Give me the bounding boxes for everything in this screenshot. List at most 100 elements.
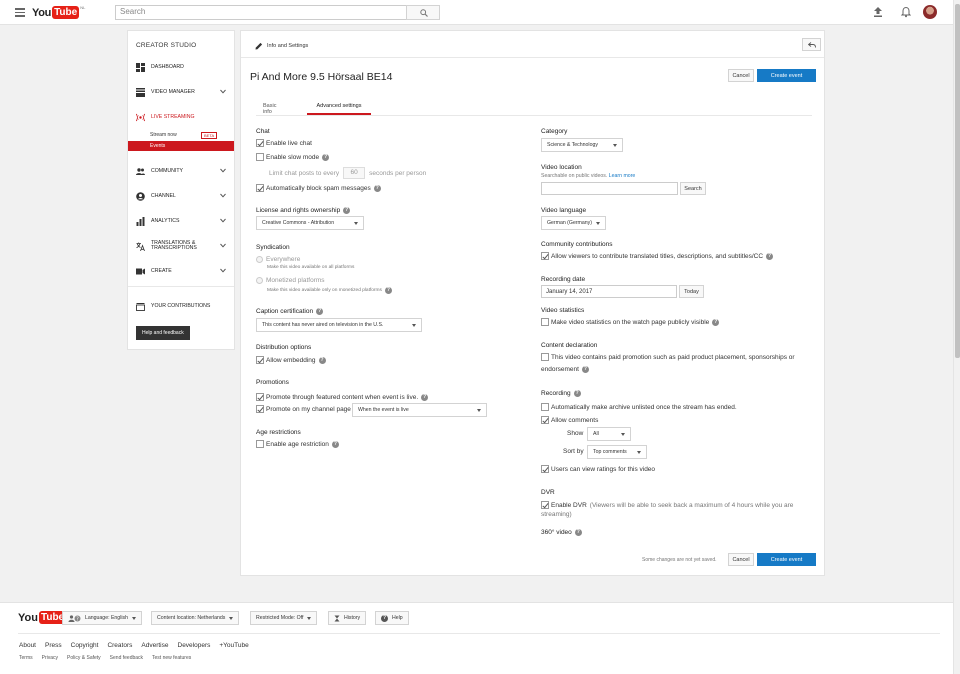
chevron-down-icon[interactable] xyxy=(220,268,226,273)
sidebar-item-translations[interactable]: TRANSLATIONS & TRANSCRIPTIONS xyxy=(128,238,234,254)
footer-link-plus-youtube[interactable]: +YouTube xyxy=(219,642,248,649)
enable-dvr-checkbox[interactable] xyxy=(541,501,549,509)
menu-icon[interactable] xyxy=(15,8,25,17)
footer-link-creators[interactable]: Creators xyxy=(107,642,132,649)
search-button[interactable] xyxy=(406,5,440,20)
restricted-mode-button[interactable]: Restricted Mode: Off xyxy=(250,611,318,625)
footer-link-about[interactable]: About xyxy=(19,642,36,649)
chevron-down-icon[interactable] xyxy=(220,218,226,223)
help-icon[interactable]: ? xyxy=(316,308,324,315)
distribution-heading: Distribution options xyxy=(256,344,312,351)
chevron-down-icon[interactable] xyxy=(220,243,226,248)
sidebar-item-dashboard[interactable]: DASHBOARD xyxy=(128,60,234,74)
help-icon[interactable]: ? xyxy=(343,207,351,214)
create-event-button[interactable]: Create event xyxy=(757,69,816,82)
sidebar-sub-events[interactable]: Events xyxy=(128,141,234,151)
view-ratings-checkbox[interactable] xyxy=(541,465,549,473)
learn-more-link[interactable]: Learn more xyxy=(609,173,636,179)
everywhere-radio[interactable] xyxy=(256,256,263,263)
content-location-button[interactable]: Content location: Netherlands xyxy=(151,611,240,625)
footer-link-copyright[interactable]: Copyright xyxy=(71,642,99,649)
today-button[interactable]: Today xyxy=(679,285,704,298)
sidebar-item-live-streaming[interactable]: LIVE STREAMING xyxy=(128,110,234,124)
scrollbar-thumb[interactable] xyxy=(955,4,960,358)
recording-date-heading: Recording date xyxy=(541,276,586,283)
breadcrumb: Info and Settings xyxy=(255,42,308,50)
history-button[interactable]: History xyxy=(328,611,367,625)
block-spam-checkbox[interactable] xyxy=(256,184,264,192)
tab-advanced-settings[interactable]: Advanced settings xyxy=(307,99,371,115)
help-icon[interactable]: ? xyxy=(322,153,330,161)
footer-link-developers[interactable]: Developers xyxy=(178,642,211,649)
help-icon[interactable]: ? xyxy=(581,366,589,373)
allow-embedding-checkbox[interactable] xyxy=(256,356,264,364)
chevron-down-icon[interactable] xyxy=(220,193,226,198)
recording-date-input[interactable]: January 14, 2017 xyxy=(541,285,677,298)
footer-link-privacy[interactable]: Privacy xyxy=(42,655,58,661)
enable-live-chat-checkbox[interactable] xyxy=(256,139,264,147)
footer-link-press[interactable]: Press xyxy=(45,642,62,649)
history-button-label: History xyxy=(344,615,361,621)
promote-featured-checkbox[interactable] xyxy=(256,393,264,401)
help-icon[interactable]: ? xyxy=(712,318,720,326)
footer-link-test-new-features[interactable]: Test new features xyxy=(152,655,191,661)
sidebar-item-your-contributions[interactable]: YOUR CONTRIBUTIONS xyxy=(128,299,234,313)
cancel-button[interactable]: Cancel xyxy=(728,69,754,82)
archive-unlisted-checkbox[interactable] xyxy=(541,403,549,411)
youtube-logo[interactable]: You Tube NL xyxy=(32,5,85,20)
sidebar-item-channel[interactable]: CHANNEL xyxy=(128,189,234,203)
help-icon[interactable]: ? xyxy=(318,356,326,364)
chevron-down-icon[interactable] xyxy=(220,89,226,94)
monetized-radio[interactable] xyxy=(256,277,263,284)
stats-public-checkbox[interactable] xyxy=(541,318,549,326)
back-button[interactable] xyxy=(802,38,821,51)
cancel-button-bottom[interactable]: Cancel xyxy=(728,553,754,566)
help-button[interactable]: ? Help xyxy=(375,611,409,625)
sidebar-item-community[interactable]: COMMUNITY xyxy=(128,164,234,178)
slow-mode-label: Enable slow mode xyxy=(266,153,320,161)
search-input[interactable]: Search xyxy=(115,5,407,20)
slow-mode-checkbox[interactable] xyxy=(256,153,264,161)
sidebar-item-analytics[interactable]: ANALYTICS xyxy=(128,214,234,228)
help-icon[interactable]: ? xyxy=(384,287,392,294)
upload-icon[interactable] xyxy=(873,6,883,18)
footer-youtube-logo[interactable]: You Tube xyxy=(18,611,67,624)
help-feedback-button[interactable]: Help and feedback xyxy=(136,326,190,340)
sort-comments-select[interactable]: Top comments xyxy=(587,445,647,459)
help-icon[interactable]: ? xyxy=(373,184,381,192)
language-button[interactable]: ? Language: English xyxy=(62,611,142,625)
avatar[interactable] xyxy=(923,5,937,19)
caption-certification-select[interactable]: This content has never aired on televisi… xyxy=(256,318,422,332)
help-icon[interactable]: ? xyxy=(421,393,429,401)
allow-embedding-label: Allow embedding xyxy=(266,356,316,364)
promote-channel-checkbox[interactable] xyxy=(256,405,264,413)
sidebar-sub-stream-now[interactable]: Stream now BETA xyxy=(128,130,234,140)
page-scrollbar[interactable] xyxy=(953,0,960,674)
age-restriction-checkbox[interactable] xyxy=(256,440,264,448)
sidebar-item-video-manager[interactable]: VIDEO MANAGER xyxy=(128,85,234,99)
create-event-button-bottom[interactable]: Create event xyxy=(757,553,816,566)
footer-link-send-feedback[interactable]: Send feedback xyxy=(110,655,143,661)
video-location-input[interactable] xyxy=(541,182,678,195)
paid-promotion-checkbox[interactable] xyxy=(541,353,549,361)
help-icon[interactable]: ? xyxy=(574,529,582,536)
location-search-button[interactable]: Search xyxy=(680,182,706,195)
footer-link-policy-safety[interactable]: Policy & Safety xyxy=(67,655,101,661)
promote-channel-select[interactable]: When the event is live xyxy=(352,403,487,417)
show-comments-select[interactable]: All xyxy=(587,427,631,441)
footer-link-advertise[interactable]: Advertise xyxy=(141,642,168,649)
footer-link-terms[interactable]: Terms xyxy=(19,655,33,661)
allow-comments-checkbox[interactable] xyxy=(541,416,549,424)
license-select[interactable]: Creative Commons - Attribution xyxy=(256,216,364,230)
video-language-select[interactable]: German (Germany) xyxy=(541,216,606,230)
chevron-down-icon[interactable] xyxy=(220,168,226,173)
help-icon[interactable]: ? xyxy=(766,252,774,260)
tab-basic-info[interactable]: Basic info xyxy=(263,99,276,115)
limit-chat-seconds-input[interactable]: 60 xyxy=(343,167,366,179)
help-icon[interactable]: ? xyxy=(573,390,581,397)
allow-viewers-checkbox[interactable] xyxy=(541,252,549,260)
sidebar-item-create[interactable]: CREATE xyxy=(128,264,234,278)
notifications-bell-icon[interactable] xyxy=(901,6,911,18)
help-icon[interactable]: ? xyxy=(331,440,339,448)
category-select[interactable]: Science & Technology xyxy=(541,138,623,152)
